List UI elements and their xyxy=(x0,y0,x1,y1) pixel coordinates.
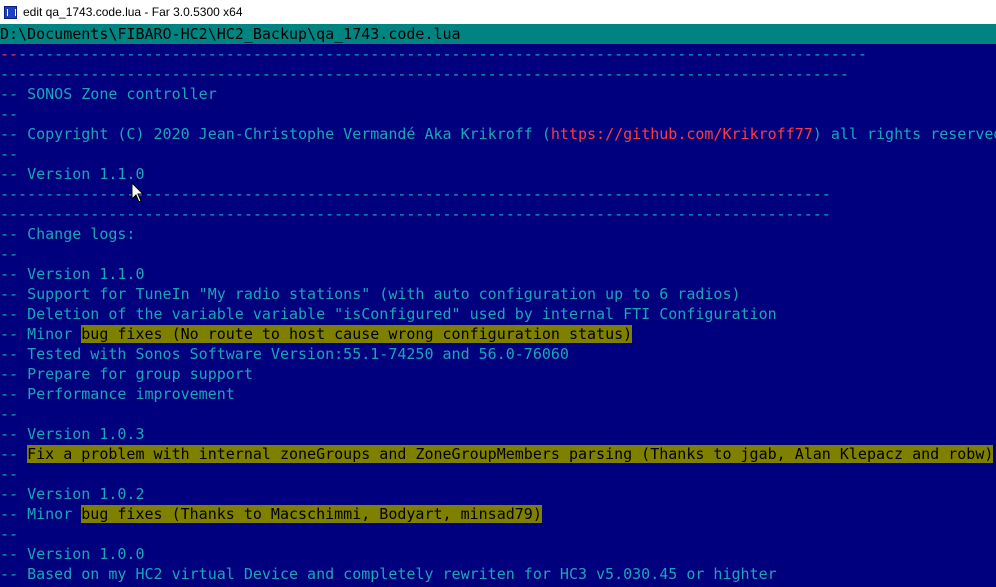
code-text: -- xyxy=(0,525,19,543)
code-text: -- SONOS Zone controller xyxy=(0,85,217,103)
code-text: -- xyxy=(0,45,19,63)
selected-text: Fix a problem with internal zoneGroups a… xyxy=(27,445,994,463)
code-line[interactable]: -- SONOS Zone controller xyxy=(0,84,217,104)
code-text: -- Based on my HC2 virtual Device and co… xyxy=(0,565,777,583)
code-line[interactable]: ----------------------------------------… xyxy=(0,44,867,64)
mouse-pointer-icon xyxy=(131,182,145,203)
code-text: -- Version 1.0.3 xyxy=(0,425,145,443)
code-line[interactable]: -- Tested with Sonos Software Version:55… xyxy=(0,344,569,364)
code-text: -- Tested with Sonos Software Version:55… xyxy=(0,345,569,363)
code-text: -- Version 1.0.0 xyxy=(0,545,145,563)
editor-text-area[interactable]: ----------------------------------------… xyxy=(0,44,996,587)
code-line[interactable]: -- Version 1.1.0 xyxy=(0,164,145,184)
code-text: -- Prepare for group support xyxy=(0,365,253,383)
code-line[interactable]: -- Version 1.0.3 xyxy=(0,424,145,444)
selected-text: bug fixes (No route to host cause wrong … xyxy=(81,325,633,343)
code-line[interactable]: -- xyxy=(0,404,18,424)
window-title: edit qa_1743.code.lua - Far 3.0.5300 x64 xyxy=(23,5,243,19)
code-line[interactable]: -- xyxy=(0,524,18,544)
code-text: -- xyxy=(0,465,19,483)
code-text: -- Minor xyxy=(0,505,82,523)
code-text: -- Version 1.0.2 xyxy=(0,485,145,503)
code-line[interactable]: ----------------------------------------… xyxy=(0,184,831,204)
code-text: ----------------------------------------… xyxy=(0,185,831,203)
code-text: -- Deletion of the variable variable "is… xyxy=(0,305,777,323)
code-line[interactable]: -- Performance improvement xyxy=(0,384,235,404)
code-line[interactable]: ----------------------------------------… xyxy=(0,204,831,224)
title-bar[interactable]: edit qa_1743.code.lua - Far 3.0.5300 x64 xyxy=(0,0,996,24)
code-text: -- Change logs: xyxy=(0,225,136,243)
code-text: -- Minor xyxy=(0,325,82,343)
code-text: -- Performance improvement xyxy=(0,385,235,403)
code-line[interactable]: -- Fix a problem with internal zoneGroup… xyxy=(0,444,994,464)
code-line[interactable]: -- xyxy=(0,104,18,124)
code-line[interactable]: -- Based on my HC2 virtual Device and co… xyxy=(0,564,777,584)
code-text: ----------------------------------------… xyxy=(0,205,831,223)
code-text: -- Version 1.1.0 xyxy=(0,265,145,283)
code-line[interactable]: -- Copyright (C) 2020 Jean-Christophe Ve… xyxy=(0,124,996,144)
code-text: -- xyxy=(0,105,19,123)
code-line[interactable]: -- Prepare for group support xyxy=(0,364,253,384)
code-text: -- xyxy=(0,405,19,423)
code-text: -- Version 1.1.0 xyxy=(0,165,145,183)
selected-text: bug fixes (Thanks to Macschimmi, Bodyart… xyxy=(81,505,542,523)
code-line[interactable]: -- Version 1.0.0 xyxy=(0,544,145,564)
code-line[interactable]: -- xyxy=(0,144,18,164)
code-line[interactable]: -- Version 1.1.0 xyxy=(0,264,145,284)
code-line[interactable]: -- Minor bug fixes (Thanks to Macschimmi… xyxy=(0,504,542,524)
code-line[interactable]: -- Minor bug fixes (No route to host cau… xyxy=(0,324,633,344)
code-text: -- xyxy=(0,445,28,463)
code-text: ----------------------------------------… xyxy=(0,65,849,83)
code-line[interactable]: -- Deletion of the variable variable "is… xyxy=(0,304,777,324)
code-text: ) all rights reserved xyxy=(812,125,996,143)
file-path-bar: D:\Documents\FIBARO-HC2\HC2_Backup\qa_17… xyxy=(0,24,996,44)
code-line[interactable]: -- xyxy=(0,464,18,484)
code-text: -- Support for TuneIn "My radio stations… xyxy=(0,285,741,303)
code-text: -- xyxy=(0,145,19,163)
code-text: -- xyxy=(0,245,19,263)
code-line[interactable]: -- Version 1.0.2 xyxy=(0,484,145,504)
code-line[interactable]: -- xyxy=(0,244,18,264)
code-text: ----------------------------------------… xyxy=(18,45,867,63)
github-url[interactable]: https://github.com/Krikroff77 xyxy=(551,125,813,143)
code-line[interactable]: ----------------------------------------… xyxy=(0,64,849,84)
code-text: -- Copyright (C) 2020 Jean-Christophe Ve… xyxy=(0,125,551,143)
far-manager-icon xyxy=(4,5,17,19)
code-line[interactable]: -- Change logs: xyxy=(0,224,135,244)
far-editor-window: edit qa_1743.code.lua - Far 3.0.5300 x64… xyxy=(0,0,996,587)
code-line[interactable]: -- Support for TuneIn "My radio stations… xyxy=(0,284,741,304)
